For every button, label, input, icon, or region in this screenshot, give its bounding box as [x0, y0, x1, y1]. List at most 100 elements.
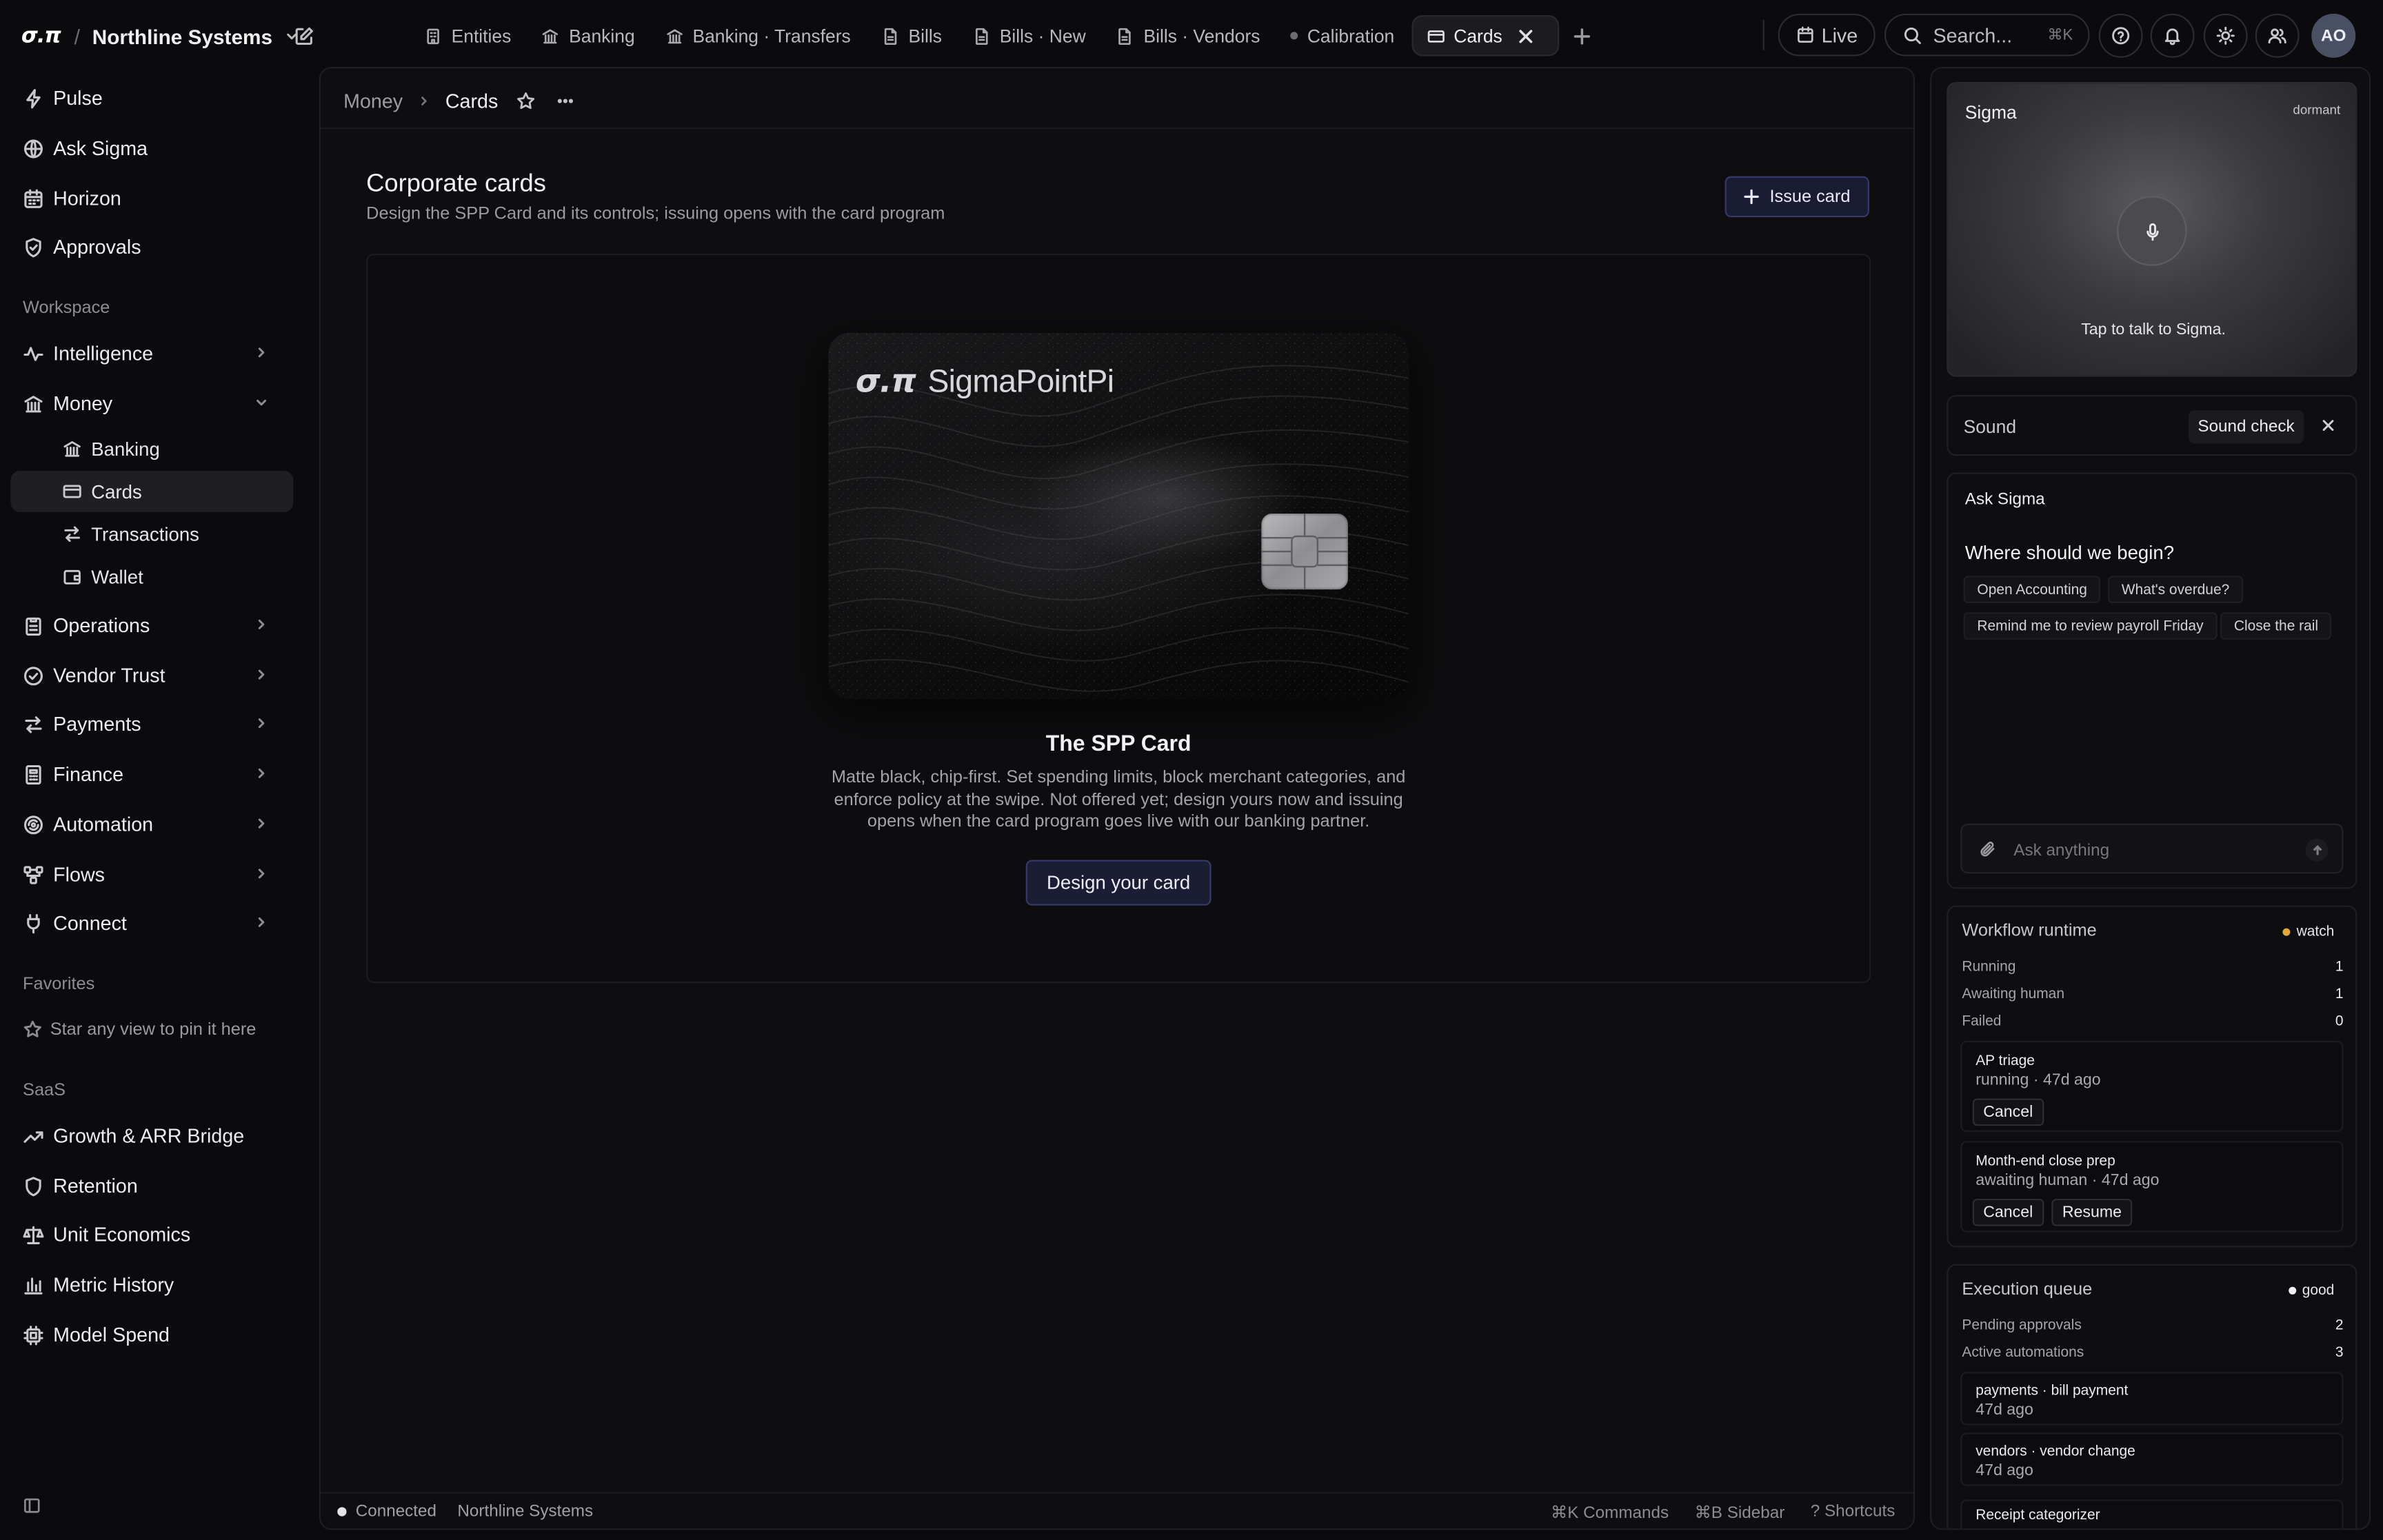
activity-icon [23, 343, 44, 364]
more-icon[interactable] [554, 90, 576, 110]
cancel-button[interactable]: Cancel [1972, 1198, 2044, 1226]
suggestion-chip[interactable]: What's overdue? [2107, 576, 2244, 603]
sidebar-item-growth-arr-bridge[interactable]: Growth & ARR Bridge [10, 1115, 293, 1157]
bank-icon [541, 27, 559, 45]
suggestion-chip[interactable]: Open Accounting [1963, 576, 2101, 603]
sidebar-item-automation[interactable]: Automation [10, 804, 293, 845]
compose-icon[interactable] [293, 26, 314, 47]
sidebar-item-label: Flows [53, 862, 105, 886]
clipboard-icon [23, 615, 44, 636]
users-icon [2267, 26, 2287, 45]
brand-separator: / [74, 24, 81, 49]
tab-cards[interactable]: Cards [1411, 15, 1559, 57]
sidebar-item-vendor-trust[interactable]: Vendor Trust [10, 655, 293, 696]
suggestion-chip[interactable]: Close the rail [2220, 612, 2332, 640]
chevron-right-icon [254, 667, 269, 682]
shortcut-sidebar[interactable]: ⌘B Sidebar [1695, 1503, 1785, 1522]
bell-icon [2162, 26, 2182, 45]
tab-label: Bills [908, 25, 943, 47]
notifications-button[interactable] [2150, 13, 2195, 58]
tab-banking[interactable]: Banking [528, 15, 649, 57]
card-logo-text: SigmaPointPi [927, 364, 1114, 400]
sidebar-item-label: Intelligence [53, 341, 154, 365]
favorites-hint-text: Star any view to pin it here [50, 1020, 257, 1039]
header-divider [321, 128, 1913, 130]
chevron-right-icon [254, 345, 269, 360]
queue-item[interactable]: vendors · vendor change 47d ago [1960, 1432, 2344, 1486]
close-icon[interactable] [1516, 27, 1534, 45]
sidebar-item-payments[interactable]: Payments [10, 703, 293, 744]
status-badge: watch [2282, 924, 2334, 940]
workspace-switcher[interactable]: σ.π / Northline Systems [21, 21, 303, 52]
sidebar-item-intelligence[interactable]: Intelligence [10, 333, 293, 374]
sidebar-item-label: Horizon [53, 187, 121, 210]
sidebar-item-approvals[interactable]: Approvals [10, 226, 293, 267]
close-icon[interactable] [2321, 418, 2336, 433]
workflow-item-title: Month-end close prep [1975, 1153, 2115, 1171]
calendar-icon [23, 188, 44, 209]
cpu-icon [23, 1324, 44, 1346]
sidebar-item-connect[interactable]: Connect [10, 902, 293, 944]
shortcut-help[interactable]: ? Shortcuts [1811, 1503, 1896, 1523]
tab-calibration[interactable]: Calibration [1277, 15, 1408, 57]
transfer-icon [23, 713, 44, 735]
live-button[interactable]: Live [1778, 13, 1876, 57]
sidebar-item-model-spend[interactable]: Model Spend [10, 1314, 293, 1355]
design-card-button[interactable]: Design your card [1025, 860, 1211, 906]
sidebar-item-money[interactable]: Money [10, 383, 293, 424]
sidebar-item-label: Money [53, 392, 113, 415]
sidebar-item-finance[interactable]: Finance [10, 753, 293, 795]
tab-banking-transfers[interactable]: Banking · Transfers [652, 15, 865, 57]
send-icon[interactable] [2305, 838, 2329, 862]
sound-check-button[interactable]: Sound check [2188, 410, 2304, 444]
sidebar-item-ask-sigma[interactable]: Ask Sigma [10, 128, 293, 169]
tab-bills[interactable]: Bills [867, 15, 956, 57]
sidebar-item-unit-economics[interactable]: Unit Economics [10, 1214, 293, 1255]
star-icon[interactable] [515, 90, 536, 110]
queue-item-meta: 47d ago [1975, 1461, 2033, 1480]
sidebar-item-transactions[interactable]: Transactions [10, 514, 293, 555]
resume-button[interactable]: Resume [2051, 1198, 2133, 1226]
tab-label: Calibration [1307, 25, 1395, 47]
sidebar-item-cards[interactable]: Cards [10, 471, 294, 512]
search-input[interactable]: Search... ⌘K [1884, 13, 2090, 57]
sidebar-item-operations[interactable]: Operations [10, 605, 293, 646]
theme-toggle[interactable] [2203, 13, 2248, 58]
chevron-down-icon [254, 395, 269, 410]
help-button[interactable] [2098, 13, 2143, 58]
sidebar-item-wallet[interactable]: Wallet [10, 556, 293, 598]
tab-bills-new[interactable]: Bills · New [958, 15, 1099, 57]
queue-item-title: payments · bill payment [1975, 1382, 2129, 1399]
tab-entities[interactable]: Entities [410, 15, 525, 57]
sidebar-item-retention[interactable]: Retention [10, 1165, 293, 1206]
dot-icon [1290, 32, 1298, 40]
card-description: Matte black, chip-first. Set spending li… [831, 769, 1406, 831]
tab-bills-vendors[interactable]: Bills · Vendors [1103, 15, 1274, 57]
sidebar-item-pulse[interactable]: Pulse [10, 77, 293, 119]
tab-strip: Entities Banking Banking · Transfers Bil… [410, 15, 1592, 57]
sidebar-item-flows[interactable]: Flows [10, 854, 293, 895]
suggestion-chip[interactable]: Remind me to review payroll Friday [1963, 612, 2218, 640]
breadcrumb-money[interactable]: Money [343, 89, 403, 112]
section-label-favorites: Favorites [23, 975, 95, 994]
help-icon [2111, 26, 2131, 45]
chevron-right-icon [414, 94, 435, 108]
queue-item[interactable]: payments · bill payment 47d ago [1960, 1372, 2344, 1426]
sidebar-toggle-icon[interactable] [23, 1497, 41, 1514]
sidebar-item-banking[interactable]: Banking [10, 429, 293, 470]
issue-card-button[interactable]: Issue card [1725, 176, 1869, 218]
team-button[interactable] [2255, 13, 2300, 58]
sidebar-item-horizon[interactable]: Horizon [10, 178, 293, 219]
sidebar-item-label: Unit Economics [53, 1223, 191, 1246]
mic-button[interactable] [2117, 196, 2187, 266]
cancel-button[interactable]: Cancel [1972, 1098, 2044, 1126]
plus-icon[interactable] [1571, 27, 1592, 45]
paperclip-icon[interactable] [1979, 840, 1997, 858]
queue-item[interactable]: Receipt categorizer [1960, 1499, 2344, 1529]
check-circle-icon [23, 665, 44, 686]
shortcut-commands[interactable]: ⌘K Commands [1551, 1503, 1669, 1522]
sidebar-item-metric-history[interactable]: Metric History [10, 1264, 293, 1306]
sidebar-item-label: Transactions [91, 523, 199, 545]
avatar[interactable]: AO [2311, 13, 2356, 58]
ask-input[interactable]: Ask anything [1960, 823, 2344, 874]
